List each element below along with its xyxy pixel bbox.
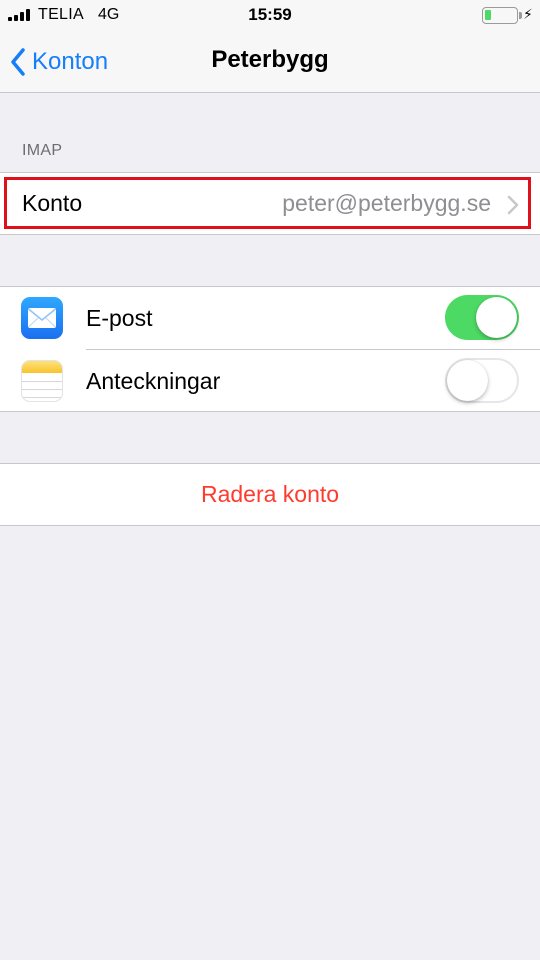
notes-toggle-switch[interactable] bbox=[445, 358, 519, 403]
account-email: peter@peterbygg.se bbox=[282, 190, 491, 216]
switch-knob bbox=[476, 297, 517, 338]
chevron-right-icon bbox=[507, 195, 519, 215]
notes-toggle-label: Anteckningar bbox=[86, 368, 221, 394]
signal-strength-icon bbox=[8, 9, 30, 21]
toggle-row-mail: E-post bbox=[0, 287, 540, 350]
notes-icon bbox=[21, 360, 63, 402]
account-row-label: Konto bbox=[22, 190, 83, 216]
carrier-name: TELIA bbox=[38, 6, 84, 23]
mail-toggle-switch[interactable] bbox=[445, 295, 519, 340]
toggle-row-notes: Anteckningar bbox=[0, 350, 540, 412]
switch-knob bbox=[447, 360, 488, 401]
battery-level bbox=[485, 10, 491, 20]
chevron-left-icon bbox=[11, 48, 25, 76]
battery-cap bbox=[519, 12, 522, 19]
charging-bolt-icon: ⚡ bbox=[523, 6, 533, 22]
mail-toggle-label: E-post bbox=[86, 305, 153, 331]
navigation-bar: Konton Peterbygg bbox=[0, 30, 540, 93]
delete-account-button[interactable]: Radera konto bbox=[0, 464, 540, 525]
back-button[interactable]: Konton bbox=[10, 42, 108, 82]
mail-icon bbox=[21, 297, 63, 339]
battery-icon bbox=[482, 7, 518, 24]
status-bar: TELIA 4G 15:59 ⚡ bbox=[0, 0, 540, 30]
sync-toggles-group: E-post Anteckningar bbox=[0, 286, 540, 412]
account-group: Konto peter@peterbygg.se bbox=[0, 172, 540, 235]
network-type: 4G bbox=[98, 6, 120, 23]
back-label: Konton bbox=[32, 48, 109, 75]
section-header-imap: IMAP bbox=[22, 142, 63, 159]
delete-group: Radera konto bbox=[0, 463, 540, 526]
account-row[interactable]: Konto peter@peterbygg.se bbox=[0, 173, 540, 234]
